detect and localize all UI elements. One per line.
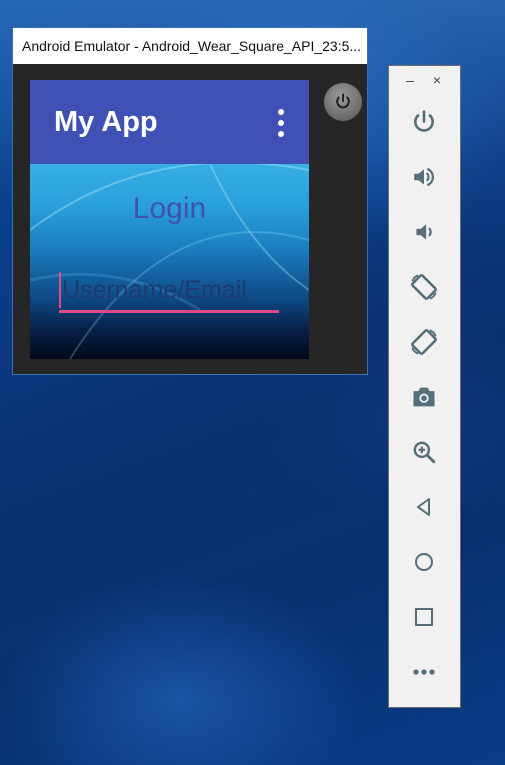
more-icon bbox=[413, 669, 435, 675]
username-underline bbox=[59, 310, 279, 313]
power-icon bbox=[336, 93, 350, 109]
username-field[interactable] bbox=[59, 270, 279, 313]
power-button[interactable] bbox=[404, 102, 444, 142]
rotate-left-button[interactable] bbox=[404, 267, 444, 307]
back-icon bbox=[417, 498, 430, 516]
text-cursor bbox=[59, 272, 61, 308]
app-toolbar: My App bbox=[30, 80, 309, 164]
volume-up-icon bbox=[414, 167, 434, 187]
power-icon bbox=[414, 110, 434, 132]
window-title: Android Emulator - Android_Wear_Square_A… bbox=[22, 38, 362, 54]
screenshot-button[interactable] bbox=[404, 377, 444, 417]
camera-icon bbox=[413, 387, 435, 407]
device-screen: My App Login bbox=[30, 80, 309, 359]
overflow-menu-icon[interactable] bbox=[275, 109, 287, 137]
volume-down-button[interactable] bbox=[404, 212, 444, 252]
rotate-right-icon bbox=[411, 329, 437, 355]
app-title: My App bbox=[54, 105, 158, 138]
volume-up-button[interactable] bbox=[404, 157, 444, 197]
more-button[interactable] bbox=[404, 652, 444, 692]
username-input[interactable] bbox=[59, 270, 279, 310]
overview-button[interactable] bbox=[404, 597, 444, 637]
home-icon bbox=[415, 553, 433, 571]
volume-down-icon bbox=[416, 224, 432, 240]
zoom-in-icon bbox=[413, 441, 436, 464]
home-button[interactable] bbox=[404, 542, 444, 582]
login-heading: Login bbox=[132, 192, 207, 225]
rotate-right-button[interactable] bbox=[404, 322, 444, 362]
panel-close-button[interactable]: × bbox=[429, 72, 445, 88]
wear-power-button[interactable] bbox=[324, 83, 362, 121]
rotate-left-icon bbox=[411, 274, 437, 300]
overview-icon bbox=[415, 608, 433, 626]
panel-minimize-button[interactable]: – bbox=[402, 72, 418, 88]
emulator-window: Android Emulator - Android_Wear_Square_A… bbox=[12, 27, 368, 375]
zoom-button[interactable] bbox=[404, 432, 444, 472]
emulator-title-bar[interactable]: Android Emulator - Android_Wear_Square_A… bbox=[13, 28, 367, 64]
emulator-side-panel: – × bbox=[388, 65, 461, 708]
back-button[interactable] bbox=[404, 487, 444, 527]
